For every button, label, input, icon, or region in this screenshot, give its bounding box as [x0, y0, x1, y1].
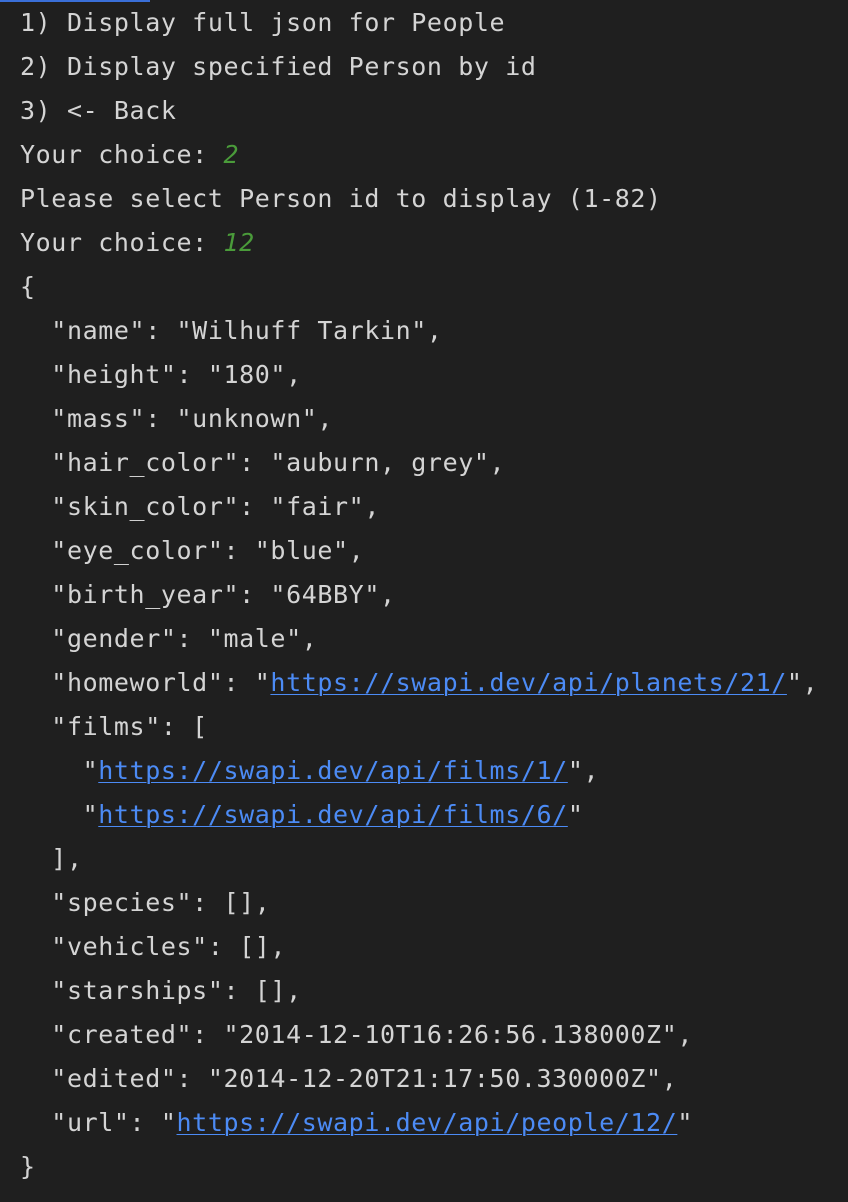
json-film-prefix: " — [20, 756, 99, 785]
homeworld-link[interactable]: https://swapi.dev/api/planets/21/ — [270, 668, 787, 697]
json-homeworld-suffix: ", — [786, 668, 819, 697]
menu-option-back: 3) <- Back — [20, 96, 177, 125]
json-birth-year-line: "birth_year": "64BBY", — [20, 580, 396, 609]
menu-option-display-person-by-id: 2) Display specified Person by id — [20, 52, 537, 81]
json-skin-color-line: "skin_color": "fair", — [20, 492, 380, 521]
json-created-line: "created": "2014-12-10T16:26:56.138000Z"… — [20, 1020, 694, 1049]
choice-input-value: 2 — [223, 140, 240, 169]
json-hair-color-line: "hair_color": "auburn, grey", — [20, 448, 506, 477]
json-films-close-line: ], — [20, 844, 83, 873]
film-link[interactable]: https://swapi.dev/api/films/6/ — [98, 800, 568, 829]
person-id-select-prompt: Please select Person id to display (1-82… — [20, 184, 662, 213]
console-output[interactable]: 1) Display full json for People 2) Displ… — [20, 0, 848, 1189]
choice-prompt-label: Your choice: — [20, 228, 224, 257]
person-url-link[interactable]: https://swapi.dev/api/people/12/ — [177, 1108, 678, 1137]
json-url-prefix: "url": " — [20, 1108, 177, 1137]
json-close-brace: } — [20, 1152, 36, 1181]
json-homeworld-prefix: "homeworld": " — [20, 668, 271, 697]
json-open-brace: { — [20, 272, 36, 301]
json-film-suffix: ", — [567, 756, 600, 785]
json-name-line: "name": "Wilhuff Tarkin", — [20, 316, 443, 345]
json-url-line: "url": "https://swapi.dev/api/people/12/… — [20, 1101, 848, 1145]
json-vehicles-line: "vehicles": [], — [20, 932, 287, 961]
json-height-line: "height": "180", — [20, 360, 302, 389]
choice-input-value: 12 — [223, 228, 255, 257]
choice-prompt-line: Your choice: 12 — [20, 221, 848, 265]
json-starships-line: "starships": [], — [20, 976, 302, 1005]
json-mass-line: "mass": "unknown", — [20, 404, 334, 433]
json-gender-line: "gender": "male", — [20, 624, 318, 653]
json-edited-line: "edited": "2014-12-20T21:17:50.330000Z", — [20, 1064, 678, 1093]
json-film-suffix: " — [567, 800, 584, 829]
json-films-open-line: "films": [ — [20, 712, 208, 741]
choice-prompt-label: Your choice: — [20, 140, 224, 169]
menu-option-display-full-json: 1) Display full json for People — [20, 8, 506, 37]
json-species-line: "species": [], — [20, 888, 271, 917]
json-homeworld-line: "homeworld": "https://swapi.dev/api/plan… — [20, 661, 848, 705]
json-film-prefix: " — [20, 800, 99, 829]
json-url-suffix: " — [677, 1108, 694, 1137]
choice-prompt-line: Your choice: 2 — [20, 133, 848, 177]
film-link[interactable]: https://swapi.dev/api/films/1/ — [98, 756, 568, 785]
json-eye-color-line: "eye_color": "blue", — [20, 536, 365, 565]
json-film-entry: "https://swapi.dev/api/films/6/" — [20, 793, 848, 837]
json-film-entry: "https://swapi.dev/api/films/1/", — [20, 749, 848, 793]
